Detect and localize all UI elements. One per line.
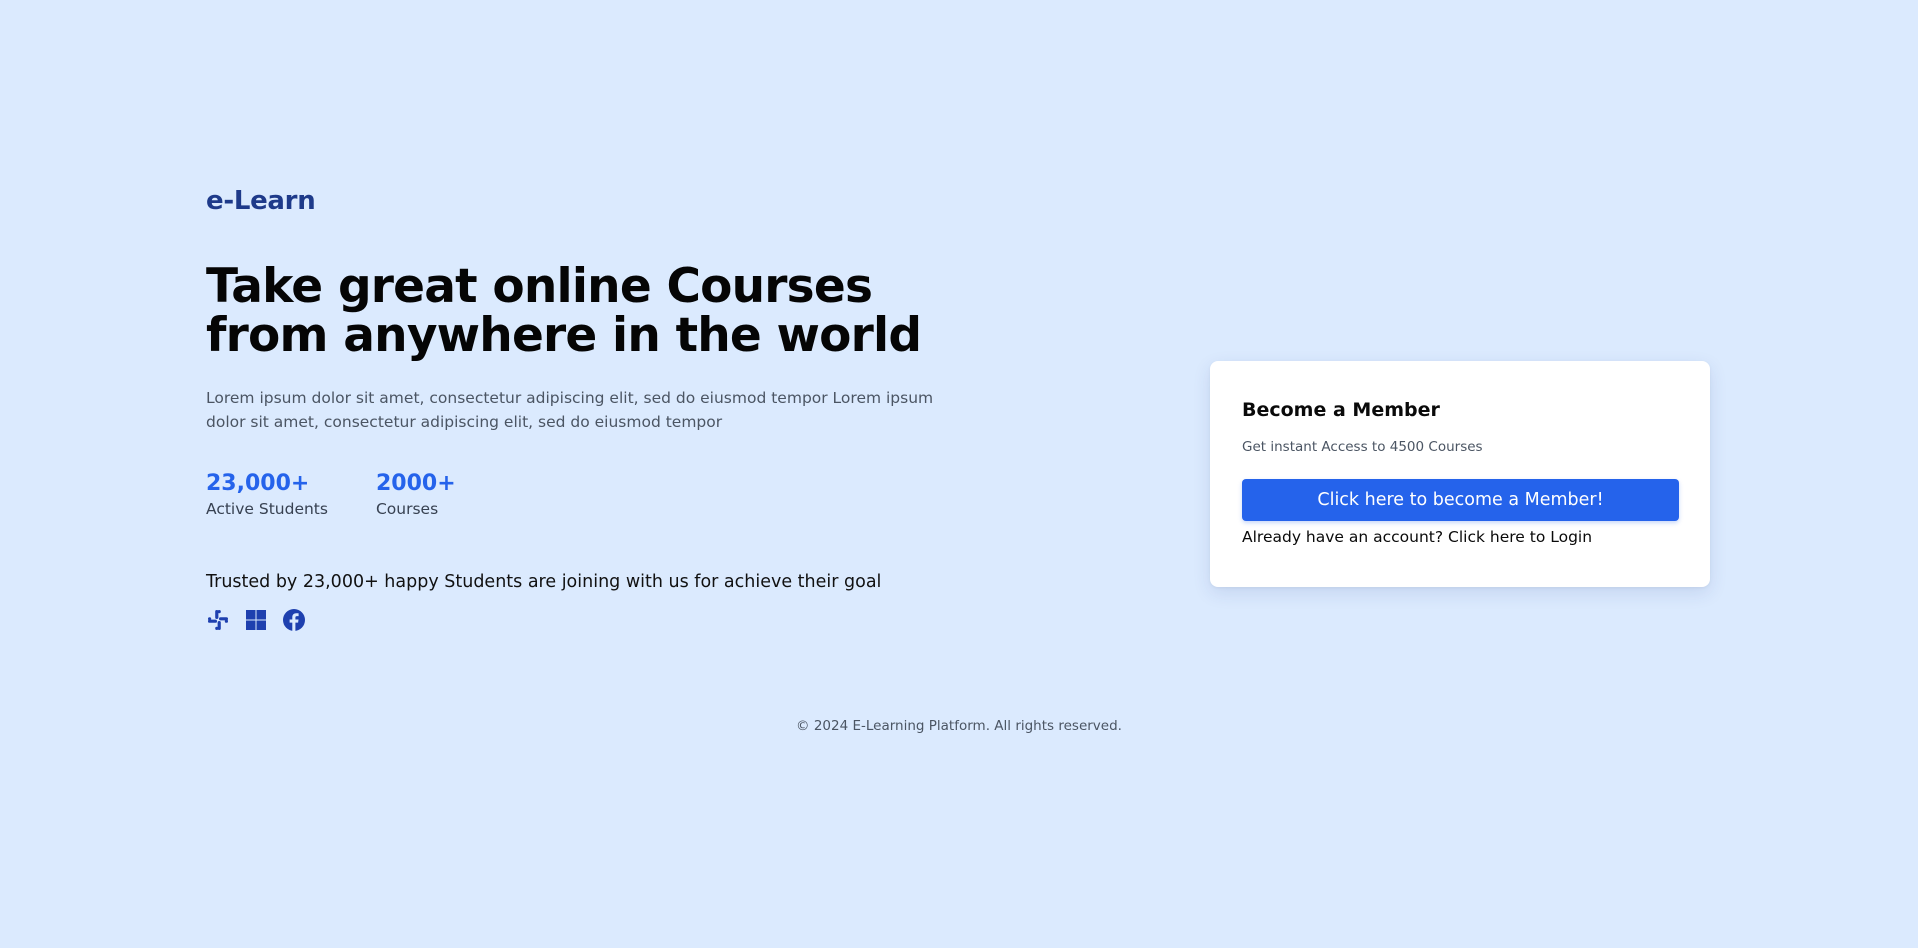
windows-icon bbox=[244, 608, 268, 632]
slack-icon bbox=[206, 608, 230, 632]
card-title: Become a Member bbox=[1242, 399, 1440, 421]
card-subtitle: Get instant Access to 4500 Courses bbox=[1242, 439, 1483, 455]
facebook-icon bbox=[282, 608, 306, 632]
hero-headline: Take great online Courses from anywhere … bbox=[206, 259, 922, 363]
login-link[interactable]: Click here to Login bbox=[1448, 528, 1592, 546]
hero-section: e-Learn Take great online Courses from a… bbox=[206, 180, 966, 632]
landing-page: e-Learn Take great online Courses from a… bbox=[0, 0, 1918, 948]
stat-value: 2000+ bbox=[375, 471, 456, 496]
site-logo[interactable]: e-Learn bbox=[206, 180, 966, 222]
trusted-text: Trusted by 23,000+ happy Students are jo… bbox=[206, 572, 882, 592]
footer-copyright: © 2024 E-Learning Platform. All rights r… bbox=[796, 718, 1122, 734]
membership-card: Become a Member Get instant Access to 45… bbox=[1210, 361, 1710, 587]
stat-label: Active Students bbox=[206, 500, 328, 518]
become-member-button[interactable]: Click here to become a Member! bbox=[1242, 479, 1679, 521]
login-prefix: Already have an account? bbox=[1242, 528, 1444, 546]
stat-courses: 2000+ Courses bbox=[376, 470, 456, 520]
login-prompt: Already have an account? Click here to L… bbox=[1242, 526, 1678, 548]
stats-row: 23,000+ Active Students 2000+ Courses bbox=[206, 470, 966, 520]
stat-students: 23,000+ Active Students bbox=[206, 470, 328, 520]
hero-description: Lorem ipsum dolor sit amet, consectetur … bbox=[206, 389, 934, 431]
partner-icons bbox=[206, 608, 966, 632]
stat-label: Courses bbox=[375, 500, 439, 518]
stat-value: 23,000+ bbox=[206, 471, 310, 496]
